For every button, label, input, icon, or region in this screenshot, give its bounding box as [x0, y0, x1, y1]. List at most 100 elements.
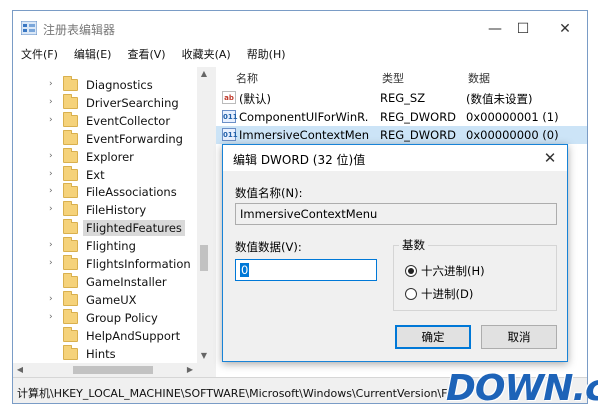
value-type: REG_SZ	[380, 91, 426, 105]
chevron-right-icon[interactable]: ›	[49, 151, 53, 161]
tree-item[interactable]: › Ext	[13, 165, 193, 184]
window-title: 注册表编辑器	[43, 23, 116, 37]
folder-icon	[63, 272, 78, 288]
dialog-close-icon[interactable]: ✕	[541, 149, 559, 167]
tree-item-label: GameUX	[86, 292, 137, 307]
column-header-data[interactable]: 数据	[468, 70, 490, 86]
chevron-right-icon[interactable]: ›	[49, 169, 53, 179]
tree-item-label: Flighting	[86, 239, 136, 254]
maximize-button[interactable]: ☐	[513, 19, 533, 39]
dword-value-icon: 011	[222, 128, 238, 142]
value-data: 0x00000001 (1)	[466, 109, 559, 124]
tree-item-label: Ext	[86, 167, 105, 182]
tree-item-label: Hints	[86, 346, 116, 361]
scrollbar-thumb[interactable]	[200, 245, 208, 271]
chevron-right-icon[interactable]: ›	[49, 97, 53, 107]
folder-icon	[63, 76, 78, 91]
folder-icon	[63, 308, 78, 324]
column-header-name[interactable]: 名称	[236, 70, 258, 86]
radio-hexadecimal-label[interactable]: 十六进制(H)	[421, 263, 485, 279]
tree-item[interactable]: › FileAssociations	[13, 183, 193, 201]
edit-dword-dialog: 编辑 DWORD (32 位)值 ✕ 数值名称(N): ImmersiveCon…	[222, 144, 568, 362]
tree-item-label: Explorer	[86, 149, 134, 164]
tree-item[interactable]: FlightedFeatures	[13, 219, 193, 237]
menu-view[interactable]: 查看(V)	[119, 45, 173, 65]
value-row[interactable]: 011 ComponentUIForWinR... REG_DWORD 0x00000…	[216, 108, 587, 126]
chevron-right-icon[interactable]: ›	[49, 115, 53, 125]
radio-decimal-label[interactable]: 十进制(D)	[421, 286, 473, 302]
chevron-right-icon[interactable]: ›	[49, 79, 53, 89]
tree-item-label: FlightedFeatures	[83, 220, 185, 237]
folder-icon	[63, 290, 78, 306]
watermark-text: DOWN.cc	[446, 368, 598, 409]
folder-icon	[63, 147, 78, 163]
menu-edit[interactable]: 编辑(E)	[66, 45, 120, 65]
tree-item-label: FlightsInformation	[86, 257, 191, 271]
value-name: (默认)	[239, 92, 271, 106]
value-data-label: 数值数据(V):	[235, 240, 302, 254]
dialog-title-bar: 编辑 DWORD (32 位)值 ✕	[223, 145, 567, 171]
radio-hexadecimal[interactable]	[405, 265, 417, 277]
tree-item[interactable]: › Diagnostics	[13, 76, 193, 94]
column-header-type[interactable]: 类型	[382, 70, 404, 86]
tree-item[interactable]: Hints	[13, 344, 193, 363]
value-type: REG_DWORD	[380, 109, 457, 124]
radio-decimal[interactable]	[405, 288, 417, 300]
registry-tree: › Diagnostics › DriverSearching › EventCollec…	[13, 67, 211, 377]
chevron-right-icon[interactable]: ›	[49, 186, 53, 196]
value-name: ImmersiveContextMenu	[239, 128, 369, 143]
tree-item-label: FileAssociations	[86, 185, 177, 200]
scroll-right-arrow-icon[interactable]: ▶	[183, 363, 197, 377]
tree-item[interactable]: EventForwarding	[13, 129, 193, 148]
title-bar: 注册表编辑器 — ☐ ✕	[13, 11, 587, 45]
tree-item[interactable]: › Group Policy	[13, 308, 193, 327]
scrollbar-thumb[interactable]	[73, 366, 153, 374]
menu-favorites[interactable]: 收藏夹(A)	[174, 45, 239, 65]
value-name-field[interactable]: ImmersiveContextMenu	[235, 203, 557, 225]
value-row[interactable]: ab (默认) REG_SZ (数值未设置)	[216, 89, 587, 107]
tree-horizontal-scrollbar[interactable]: ◀ ▶	[13, 363, 211, 377]
dword-value-icon: 011	[222, 109, 238, 123]
tree-item[interactable]: › Explorer	[13, 147, 193, 166]
folder-icon	[63, 255, 78, 270]
tree-item-label: HelpAndSupport	[86, 328, 181, 343]
regedit-app-icon	[21, 21, 37, 35]
folder-icon	[63, 183, 78, 199]
value-data-text: 0	[240, 263, 250, 277]
tree-item[interactable]: HelpAndSupport	[13, 326, 193, 345]
chevron-right-icon[interactable]: ›	[49, 294, 53, 304]
value-name-label: 数值名称(N):	[235, 186, 303, 200]
close-button[interactable]: ✕	[555, 19, 575, 39]
tree-item[interactable]: › DriverSearching	[13, 93, 193, 112]
tree-item[interactable]: › FileHistory	[13, 201, 193, 219]
menu-file[interactable]: 文件(F)	[13, 45, 66, 65]
cancel-button[interactable]: 取消	[481, 325, 557, 349]
chevron-right-icon[interactable]: ›	[49, 312, 53, 322]
ok-button[interactable]: 确定	[395, 325, 471, 349]
list-header: 名称 类型 数据	[216, 67, 587, 87]
chevron-right-icon[interactable]: ›	[49, 258, 53, 268]
tree-item-label: Group Policy	[86, 310, 158, 325]
tree-vertical-scrollbar[interactable]: ▲ ▼	[197, 67, 211, 363]
minimize-button[interactable]: —	[485, 19, 505, 39]
chevron-right-icon[interactable]: ›	[49, 240, 53, 250]
scroll-up-arrow-icon[interactable]: ▲	[197, 67, 211, 81]
folder-icon	[63, 129, 78, 145]
value-name: ComponentUIForWinR...	[239, 109, 369, 124]
site-watermark-logo: DOWN.cc	[440, 366, 598, 412]
tree-item[interactable]: › FlightsInformation	[13, 255, 193, 273]
tree-item[interactable]: › Flighting	[13, 237, 193, 255]
tree-item[interactable]: › EventCollector	[13, 111, 193, 130]
value-row[interactable]: 011 ImmersiveContextMenu REG_DWORD 0x000000…	[216, 126, 587, 145]
tree-item[interactable]: › GameUX	[13, 290, 193, 309]
scroll-down-arrow-icon[interactable]: ▼	[197, 349, 211, 363]
string-value-icon: ab	[222, 91, 236, 104]
chevron-right-icon[interactable]: ›	[49, 204, 53, 214]
menu-help[interactable]: 帮助(H)	[239, 45, 294, 65]
value-data-input[interactable]: 0	[235, 259, 377, 281]
tree-item[interactable]: GameInstaller	[13, 272, 193, 291]
dialog-title: 编辑 DWORD (32 位)值	[233, 153, 366, 167]
folder-icon	[63, 237, 78, 253]
base-label: 基数	[399, 237, 428, 253]
scroll-left-arrow-icon[interactable]: ◀	[13, 363, 27, 377]
